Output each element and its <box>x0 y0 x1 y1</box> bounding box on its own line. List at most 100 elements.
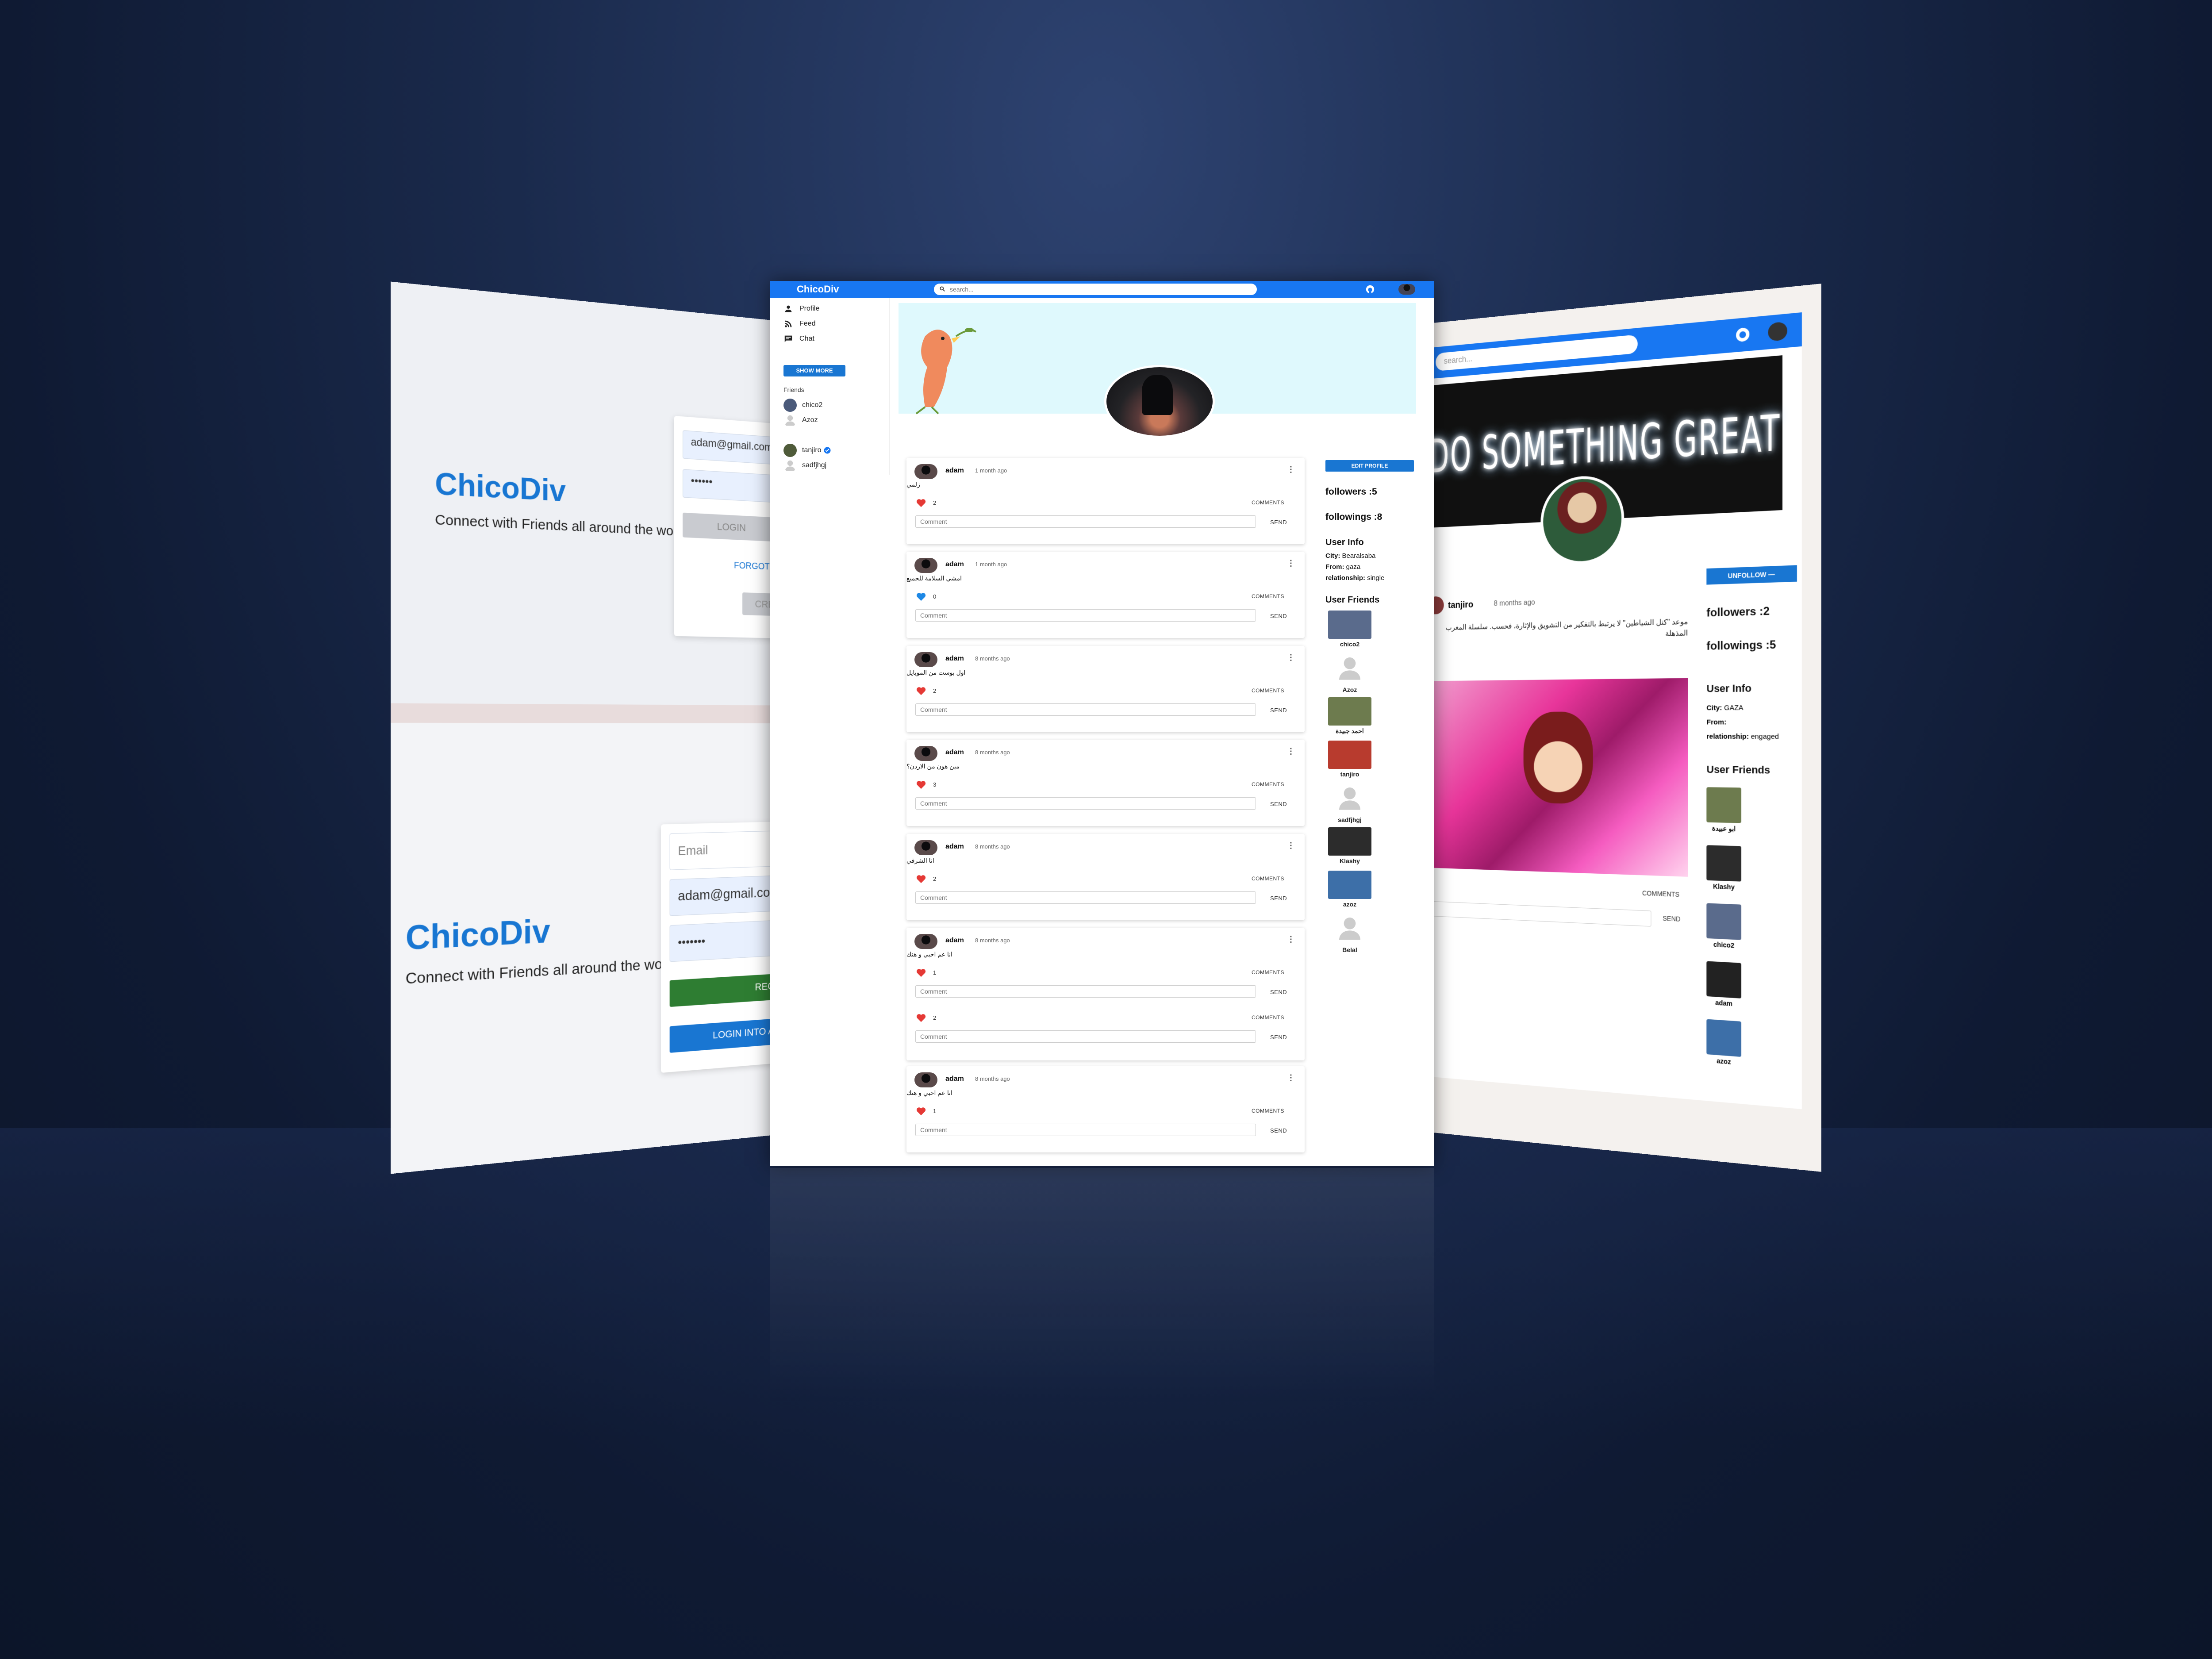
user-friend-card[interactable]: Klashy <box>1706 845 1754 891</box>
comments-link[interactable]: COMMENTS <box>1252 876 1284 882</box>
more-options-icon[interactable]: ⋮ <box>1287 747 1295 756</box>
city-label: City: <box>1325 552 1340 560</box>
github-icon[interactable] <box>1365 284 1375 294</box>
unfollow-button[interactable]: UNFOLLOW — <box>1706 565 1797 585</box>
send-button[interactable]: SEND <box>1270 1034 1287 1041</box>
sidebar-friend[interactable]: chico2 <box>783 399 822 412</box>
post-username[interactable]: adam <box>945 843 964 851</box>
post-username[interactable]: adam <box>945 937 964 945</box>
post-username[interactable]: adam <box>945 561 964 568</box>
heart-icon[interactable] <box>916 592 926 601</box>
show-more-button[interactable]: SHOW MORE <box>783 365 845 376</box>
comment-input[interactable] <box>915 515 1256 528</box>
sidebar-friend[interactable]: Azoz <box>783 414 818 427</box>
avatar[interactable] <box>1768 321 1787 342</box>
more-options-icon[interactable]: ⋮ <box>1287 653 1295 662</box>
send-button[interactable]: SEND <box>1270 519 1287 526</box>
user-friend-card[interactable]: tanjiro <box>1325 741 1374 778</box>
comments-link[interactable]: COMMENTS <box>1252 1108 1284 1114</box>
post-avatar[interactable] <box>914 746 937 761</box>
more-options-icon[interactable]: ⋮ <box>1287 935 1295 944</box>
post-avatar[interactable] <box>914 1072 937 1087</box>
user-friend-card[interactable]: chico2 <box>1325 611 1374 648</box>
post-username[interactable]: adam <box>945 655 964 663</box>
send-button[interactable]: SEND <box>1270 613 1287 619</box>
send-button[interactable]: SEND <box>1270 801 1287 807</box>
comment-input[interactable] <box>915 609 1256 622</box>
sidebar-friend[interactable]: tanjiro <box>783 444 831 457</box>
search-input[interactable] <box>950 285 1251 294</box>
comments-link[interactable]: COMMENTS <box>1252 593 1284 599</box>
sidebar-friend[interactable]: sadfjhgj <box>783 459 826 472</box>
github-icon[interactable] <box>1735 326 1751 343</box>
post-card: adam 1 month ago ⋮ زلمي 2 COMMENTS SEND <box>906 458 1305 544</box>
user-friend-card[interactable]: احمد جبيدة <box>1325 697 1374 735</box>
user-friend-card[interactable]: adam <box>1706 961 1754 1009</box>
comments-link[interactable]: COMMENTS <box>1642 889 1679 898</box>
post-avatar[interactable] <box>914 840 937 855</box>
nav-avatar[interactable] <box>1398 284 1415 295</box>
user-friend-card[interactable]: chico2 <box>1706 903 1754 950</box>
post-username[interactable]: adam <box>945 467 964 475</box>
comments-link[interactable]: COMMENTS <box>1252 969 1284 975</box>
user-friend-card[interactable]: azoz <box>1706 1019 1754 1068</box>
comment-input[interactable] <box>915 703 1256 716</box>
user-friend-card[interactable]: sadfjhgj <box>1325 784 1374 823</box>
default-avatar-icon <box>1339 657 1360 680</box>
heart-icon[interactable] <box>916 780 926 789</box>
comment-input[interactable] <box>915 797 1256 810</box>
more-options-icon[interactable]: ⋮ <box>1287 465 1295 474</box>
more-options-icon[interactable]: ⋮ <box>1287 841 1295 850</box>
heart-icon[interactable] <box>916 968 926 977</box>
avatar <box>783 399 797 412</box>
post-card: adam 8 months ago ⋮ اول بوست من الموبايل 2 CO… <box>906 646 1305 732</box>
comment-input[interactable] <box>1427 901 1651 927</box>
app-logo[interactable]: ChicoDiv <box>797 284 839 295</box>
post-avatar[interactable] <box>914 934 937 949</box>
post-avatar[interactable] <box>914 652 937 667</box>
followers-count: followers :2 <box>1706 605 1770 620</box>
post-username[interactable]: tanjiro <box>1448 600 1473 611</box>
more-options-icon[interactable]: ⋮ <box>1287 559 1295 568</box>
sidebar-item-profile[interactable]: Profile <box>783 303 819 315</box>
search-bar[interactable] <box>934 284 1257 295</box>
send-button[interactable]: SEND <box>1270 895 1287 902</box>
more-options-icon[interactable]: ⋮ <box>1287 1073 1295 1083</box>
comments-link[interactable]: COMMENTS <box>1252 781 1284 787</box>
search-input[interactable]: search... <box>1436 334 1638 372</box>
send-button[interactable]: SEND <box>1270 989 1287 995</box>
user-friend-card[interactable]: Klashy <box>1325 827 1374 864</box>
comment-input[interactable] <box>915 1124 1256 1136</box>
heart-icon[interactable] <box>916 499 926 507</box>
profile-avatar[interactable] <box>1104 365 1215 438</box>
comments-link[interactable]: COMMENTS <box>1252 499 1284 506</box>
edit-profile-button[interactable]: EDIT PROFILE <box>1325 460 1414 472</box>
sidebar-item-feed[interactable]: Feed <box>783 318 815 330</box>
post-avatar[interactable] <box>914 558 937 573</box>
comment-input[interactable] <box>915 891 1256 904</box>
heart-icon[interactable] <box>916 1107 926 1116</box>
heart-icon[interactable] <box>916 1014 926 1022</box>
user-friend-card[interactable]: ابو عبيدة <box>1706 787 1754 833</box>
heart-icon[interactable] <box>916 875 926 883</box>
comments-link[interactable]: COMMENTS <box>1252 1014 1284 1021</box>
send-button[interactable]: SEND <box>1270 1127 1287 1134</box>
post-avatar[interactable] <box>914 464 937 479</box>
friend-name: adam <box>1715 998 1732 1008</box>
user-friend-card[interactable]: Belal <box>1325 914 1374 953</box>
sidebar-item-chat[interactable]: Chat <box>783 333 814 345</box>
send-button[interactable]: SEND <box>1270 707 1287 714</box>
friend-photo <box>1328 611 1371 639</box>
user-friend-card[interactable]: azoz <box>1325 871 1374 908</box>
user-friend-card[interactable]: Azoz <box>1325 654 1374 693</box>
post-username[interactable]: adam <box>945 1075 964 1083</box>
send-button[interactable]: SEND <box>1663 914 1680 923</box>
post-username[interactable]: adam <box>945 749 964 757</box>
comments-link[interactable]: COMMENTS <box>1252 687 1284 694</box>
sidebar-friend-name: Azoz <box>802 416 818 424</box>
comment-input[interactable] <box>915 985 1256 998</box>
comment-input[interactable] <box>915 1030 1256 1043</box>
heart-icon[interactable] <box>916 687 926 695</box>
post-card: adam 8 months ago ⋮ انا عم احبي و هنك 1 COMME… <box>906 1066 1305 1152</box>
friend-photo <box>1706 845 1742 882</box>
